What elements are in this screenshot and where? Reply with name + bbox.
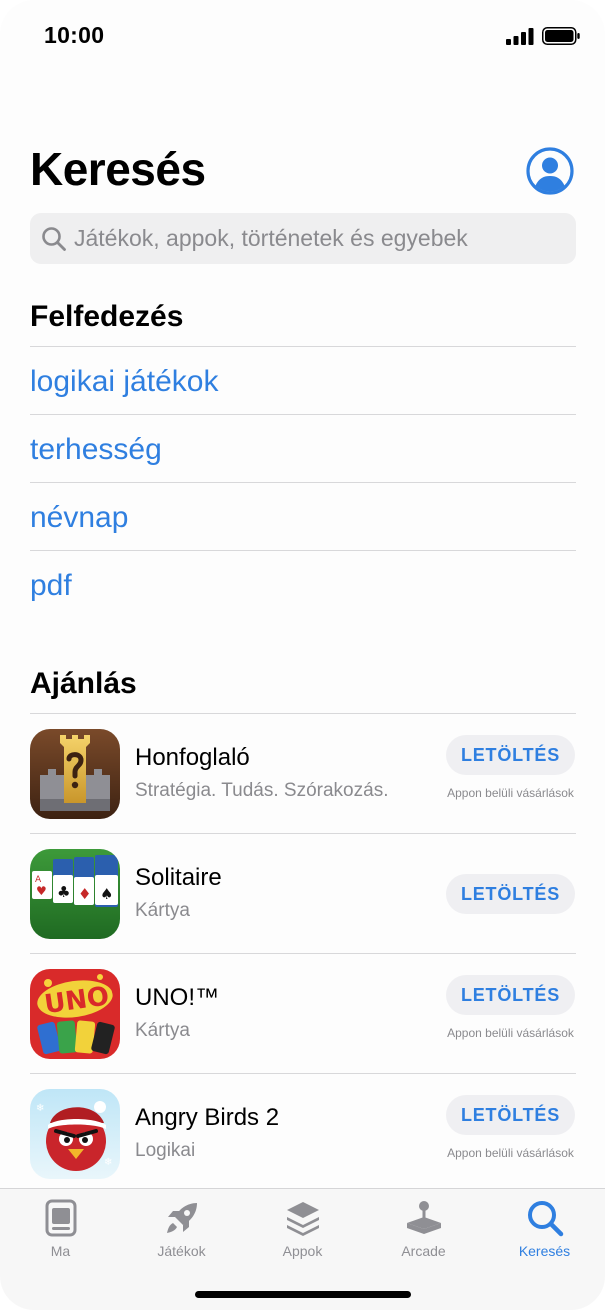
- app-name: Angry Birds 2: [135, 1104, 280, 1131]
- app-subtitle: Kártya: [135, 900, 190, 921]
- discover-item-label: logikai játékok: [30, 365, 219, 398]
- tab-apps[interactable]: Appok: [242, 1189, 363, 1269]
- discover-item[interactable]: névnap: [30, 482, 576, 550]
- svg-text:❄: ❄: [36, 1103, 44, 1114]
- get-button[interactable]: LETÖLTÉS: [446, 735, 575, 775]
- search-icon: [42, 227, 66, 251]
- app-row[interactable]: UNO! UNO!™ Kártya LETÖLTÉS Appon belüli …: [30, 953, 576, 1073]
- tab-label: Arcade: [401, 1243, 446, 1259]
- discover-item-label: névnap: [30, 501, 129, 534]
- discover-title: Felfedezés: [30, 300, 184, 333]
- discover-item-label: terhesség: [30, 433, 162, 466]
- app-row[interactable]: ❄ ❄ Angry Birds 2 Logikai LETÖLTÉS Appon…: [30, 1073, 576, 1193]
- honfoglalo-app-icon[interactable]: [30, 729, 120, 819]
- app-subtitle: Kártya: [135, 1020, 190, 1041]
- cellular-signal-icon: [506, 28, 534, 45]
- search-input[interactable]: [74, 213, 564, 264]
- app-row[interactable]: Honfoglaló Stratégia. Tudás. Szórakozás.…: [30, 713, 576, 833]
- battery-icon: [542, 27, 580, 45]
- suggestions-list: Honfoglaló Stratégia. Tudás. Szórakozás.…: [0, 713, 605, 1193]
- get-button[interactable]: LETÖLTÉS: [446, 1095, 575, 1135]
- tab-games[interactable]: Játékok: [121, 1189, 242, 1269]
- in-app-purchases-note: Appon belüli vásárlások: [447, 1146, 574, 1160]
- tab-arcade[interactable]: Arcade: [363, 1189, 484, 1269]
- in-app-purchases-note: Appon belüli vásárlások: [447, 786, 574, 800]
- tab-today[interactable]: Ma: [0, 1189, 121, 1269]
- rocket-icon: [167, 1203, 197, 1233]
- app-name: Honfoglaló: [135, 744, 250, 771]
- angry-birds-2-app-icon[interactable]: ❄ ❄: [30, 1089, 120, 1179]
- page-title: Keresés: [30, 143, 206, 195]
- discover-item-label: pdf: [30, 569, 72, 602]
- discover-list: logikai játékok terhesség névnap pdf: [0, 346, 605, 618]
- tab-label: Játékok: [157, 1243, 206, 1259]
- app-row[interactable]: A ♥ ♣ ♦ ♠ Solitaire Kártya LETÖLTÉS: [30, 833, 576, 953]
- get-button[interactable]: LETÖLTÉS: [446, 975, 575, 1015]
- app-name: Solitaire: [135, 864, 222, 891]
- today-icon: [45, 1199, 77, 1237]
- status-time: 10:00: [44, 22, 105, 48]
- svg-text:♦: ♦: [78, 885, 91, 903]
- search-field[interactable]: [30, 213, 576, 264]
- app-name: UNO!™: [135, 984, 219, 1011]
- solitaire-app-icon[interactable]: A ♥ ♣ ♦ ♠: [30, 849, 120, 939]
- app-subtitle: Logikai: [135, 1140, 196, 1161]
- svg-text:♥: ♥: [36, 884, 47, 898]
- in-app-purchases-note: Appon belüli vásárlások: [447, 1026, 574, 1040]
- tab-label: Appok: [282, 1243, 323, 1259]
- get-button[interactable]: LETÖLTÉS: [446, 874, 575, 914]
- tab-search[interactable]: Keresés: [484, 1189, 605, 1269]
- account-icon[interactable]: [526, 147, 574, 195]
- search-icon: [528, 1201, 564, 1237]
- suggestions-title: Ajánlás: [30, 667, 137, 700]
- app-store-screen: 10:00 Keresés Felfedezés logikai játékok…: [0, 0, 605, 1310]
- app-subtitle: Stratégia. Tudás. Szórakozás.: [135, 780, 389, 801]
- uno-app-icon[interactable]: UNO!: [30, 969, 120, 1059]
- discover-item[interactable]: terhesség: [30, 414, 576, 482]
- joystick-icon: [407, 1201, 441, 1234]
- svg-text:♠: ♠: [100, 885, 113, 903]
- tab-label: Keresés: [518, 1243, 571, 1259]
- home-indicator: [195, 1291, 411, 1298]
- tab-label: Ma: [50, 1243, 71, 1259]
- svg-text:❄: ❄: [104, 1157, 112, 1168]
- svg-text:♣: ♣: [57, 883, 70, 901]
- apps-stack-icon: [287, 1202, 319, 1236]
- discover-item[interactable]: pdf: [30, 550, 576, 618]
- discover-item[interactable]: logikai játékok: [30, 346, 576, 414]
